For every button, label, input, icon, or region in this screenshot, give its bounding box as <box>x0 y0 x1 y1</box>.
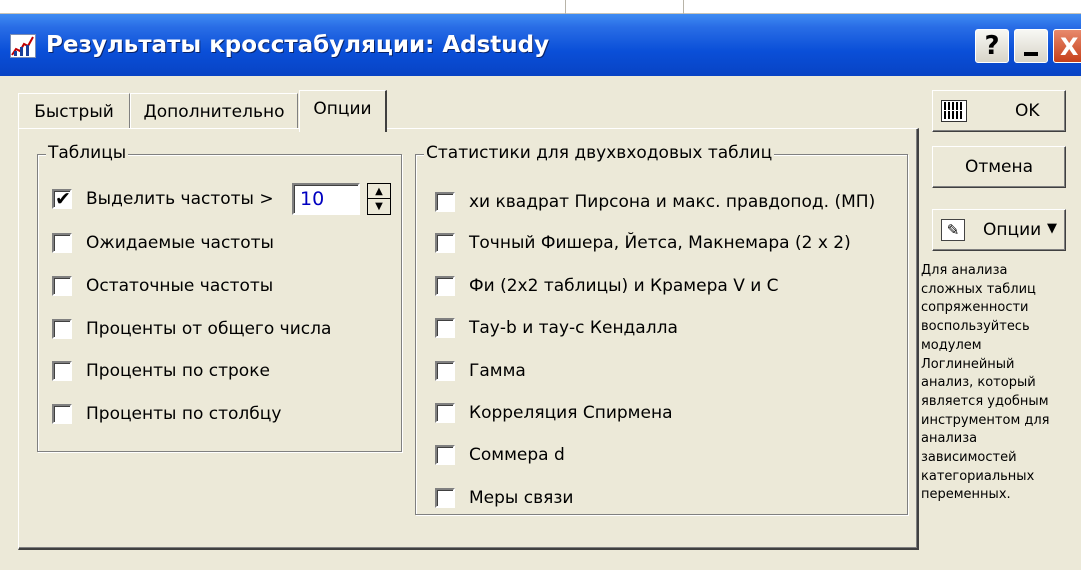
percent-total-checkbox[interactable] <box>52 319 72 339</box>
option-label: Фи (2x2 таблицы) и Крамера V и C <box>469 276 779 296</box>
spin-down-arrow-icon[interactable]: ▼ <box>368 199 390 214</box>
strip-divider <box>565 0 566 14</box>
fisher-exact-option[interactable]: Точный Фишера, Йетса, Макнемара (2 x 2) <box>435 231 851 255</box>
tab-label: Опции <box>313 99 372 119</box>
option-label: Меры связи <box>469 488 574 508</box>
highlight-threshold-input[interactable]: 10 <box>292 183 360 215</box>
phi-cramer-checkbox[interactable] <box>435 276 455 296</box>
chi-square-option[interactable]: хи квадрат Пирсона и макс. правдопод. (М… <box>435 190 875 214</box>
association-measures-checkbox[interactable] <box>435 488 455 508</box>
checkmark-icon: ✔ <box>55 188 71 210</box>
fisher-exact-checkbox[interactable] <box>435 233 455 253</box>
gamma-checkbox[interactable] <box>435 361 455 381</box>
help-icon: ? <box>984 31 1000 61</box>
tab-label: Дополнительно <box>143 102 285 122</box>
expected-frequencies-option[interactable]: Ожидаемые частоты <box>52 231 274 255</box>
option-label: Точный Фишера, Йетса, Макнемара (2 x 2) <box>469 233 851 253</box>
kendall-tau-checkbox[interactable] <box>435 318 455 338</box>
highlight-frequencies-label: Выделить частоты > <box>86 189 274 209</box>
strip-divider <box>683 0 684 14</box>
option-label: Гамма <box>469 361 526 381</box>
gamma-option[interactable]: Гамма <box>435 359 526 383</box>
sommers-d-checkbox[interactable] <box>435 445 455 465</box>
option-label: Ожидаемые частоты <box>86 233 274 253</box>
cancel-button[interactable]: Отмена <box>932 146 1066 188</box>
title-bar[interactable]: Результаты кросстабуляции: Adstudy ? X <box>0 14 1081 76</box>
expected-frequencies-checkbox[interactable] <box>52 233 72 253</box>
option-label: Остаточные частоты <box>86 276 274 296</box>
association-measures-option[interactable]: Меры связи <box>435 486 573 510</box>
chart-app-icon <box>10 34 36 58</box>
tab-options[interactable]: Опции <box>299 90 387 132</box>
residual-frequencies-checkbox[interactable] <box>52 276 72 296</box>
close-button[interactable]: X <box>1053 29 1081 63</box>
close-icon: X <box>1060 33 1079 61</box>
percent-total-option[interactable]: Проценты от общего числа <box>52 317 331 341</box>
ok-label: OK <box>1015 101 1040 121</box>
options-wand-icon: ✎ <box>941 219 965 241</box>
kendall-tau-option[interactable]: Тау-b и тау-c Кендалла <box>435 316 678 340</box>
option-label: Корреляция Спирмена <box>469 403 673 423</box>
ok-button[interactable]: OK <box>932 90 1066 132</box>
tab-label: Быстрый <box>34 102 114 122</box>
option-label: Проценты по столбцу <box>86 404 282 424</box>
residual-frequencies-option[interactable]: Остаточные частоты <box>52 274 273 298</box>
loglinear-hint-text: Для анализа сложных таблиц сопряженности… <box>921 263 1050 503</box>
chi-square-checkbox[interactable] <box>435 192 455 212</box>
highlight-frequencies-checkbox[interactable]: ✔ <box>52 188 72 210</box>
tab-advanced[interactable]: Дополнительно <box>130 93 298 131</box>
option-label: хи квадрат Пирсона и макс. правдопод. (М… <box>469 192 876 212</box>
minimize-button[interactable] <box>1014 29 1048 63</box>
threshold-spinner[interactable]: ▲ ▼ <box>367 183 391 215</box>
option-label: Проценты от общего числа <box>86 319 332 339</box>
sommers-d-option[interactable]: Соммера d <box>435 443 565 467</box>
spearman-checkbox[interactable] <box>435 403 455 423</box>
options-label: Опции <box>983 220 1042 240</box>
background-window-strip <box>0 0 1081 14</box>
options-menu-button[interactable]: ✎ Опции ▼ <box>932 209 1066 251</box>
tables-group-legend: Таблицы <box>46 143 129 163</box>
phi-cramer-option[interactable]: Фи (2x2 таблицы) и Крамера V и C <box>435 274 779 298</box>
statistics-group-legend: Статистики для двухвходовых таблиц <box>424 143 775 163</box>
percent-row-option[interactable]: Проценты по строке <box>52 359 270 383</box>
percent-row-checkbox[interactable] <box>52 361 72 381</box>
option-label: Соммера d <box>469 445 565 465</box>
dropdown-arrow-icon: ▼ <box>1047 221 1057 236</box>
help-button[interactable]: ? <box>975 29 1009 63</box>
minimize-icon <box>1024 52 1038 56</box>
spin-up-arrow-icon[interactable]: ▲ <box>368 184 390 199</box>
option-label: Тау-b и тау-c Кендалла <box>469 318 678 338</box>
highlight-frequencies-option[interactable]: ✔ Выделить частоты > <box>52 187 274 211</box>
spearman-option[interactable]: Корреляция Спирмена <box>435 401 673 425</box>
option-label: Проценты по строке <box>86 361 270 381</box>
tab-quick[interactable]: Быстрый <box>18 93 130 131</box>
window-title: Результаты кросстабуляции: Adstudy <box>46 32 550 58</box>
summary-table-icon <box>941 100 967 122</box>
percent-column-checkbox[interactable] <box>52 404 72 424</box>
percent-column-option[interactable]: Проценты по столбцу <box>52 402 281 426</box>
